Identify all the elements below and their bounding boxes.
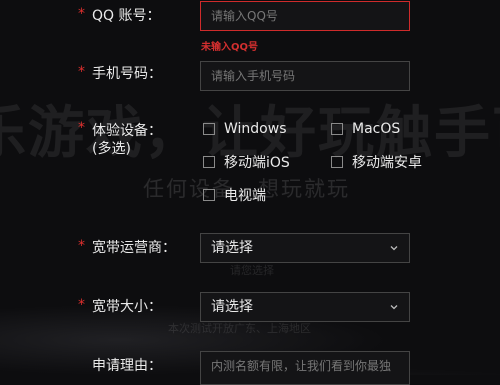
reason-label: 申请理由： xyxy=(92,358,162,374)
isp-select-value: 请选择 xyxy=(211,240,253,256)
device-option-android-label: 移动端安卓 xyxy=(352,155,422,171)
phone-label: 手机号码： xyxy=(92,66,162,82)
device-option-tv[interactable]: 电视端 xyxy=(203,185,266,205)
phone-required-mark: * xyxy=(78,64,85,80)
chevron-down-icon xyxy=(390,246,398,251)
reason-textarea[interactable]: 内测名额有限，让我们看到你最独 xyxy=(200,351,410,385)
device-option-tv-label: 电视端 xyxy=(224,188,266,204)
background-note-1: 请您选择 xyxy=(230,264,274,277)
isp-required-mark: * xyxy=(78,238,85,254)
reason-placeholder: 内测名额有限，让我们看到你最独 xyxy=(211,359,392,373)
qq-placeholder: 请输入QQ号 xyxy=(211,9,278,23)
qq-required-mark: * xyxy=(78,6,85,22)
device-option-macos-label: MacOS xyxy=(352,121,401,137)
checkbox-icon[interactable] xyxy=(203,123,215,135)
background-note-2: 本次测试开放广东、上海地区 xyxy=(168,322,311,335)
checkbox-icon[interactable] xyxy=(203,189,215,201)
bandwidth-label: 宽带大小： xyxy=(92,299,162,315)
checkbox-icon[interactable] xyxy=(203,156,215,168)
device-option-windows[interactable]: Windows xyxy=(203,121,287,137)
device-option-macos[interactable]: MacOS xyxy=(331,121,400,137)
chevron-down-icon xyxy=(390,305,398,310)
qq-label: QQ 账号： xyxy=(92,8,161,24)
device-label-multi: (多选) xyxy=(92,141,131,157)
device-option-android[interactable]: 移动端安卓 xyxy=(331,152,422,172)
bandwidth-select[interactable]: 请选择 xyxy=(200,292,410,322)
checkbox-icon[interactable] xyxy=(331,156,343,168)
isp-label: 宽带运营商： xyxy=(92,240,176,256)
qq-error-message: 未输入QQ号 xyxy=(201,42,259,53)
device-option-windows-label: Windows xyxy=(224,121,287,137)
device-required-mark: * xyxy=(78,120,85,136)
device-option-ios[interactable]: 移动端iOS xyxy=(203,152,290,172)
bandwidth-select-value: 请选择 xyxy=(211,299,253,315)
isp-select[interactable]: 请选择 xyxy=(200,233,410,263)
qq-input[interactable]: 请输入QQ号 xyxy=(200,1,410,31)
phone-input[interactable]: 请输入手机号码 xyxy=(200,61,410,91)
device-option-ios-label: 移动端iOS xyxy=(224,155,290,171)
device-label: 体验设备： xyxy=(92,123,162,139)
checkbox-icon[interactable] xyxy=(331,123,343,135)
phone-placeholder: 请输入手机号码 xyxy=(211,69,296,83)
bandwidth-required-mark: * xyxy=(78,297,85,313)
